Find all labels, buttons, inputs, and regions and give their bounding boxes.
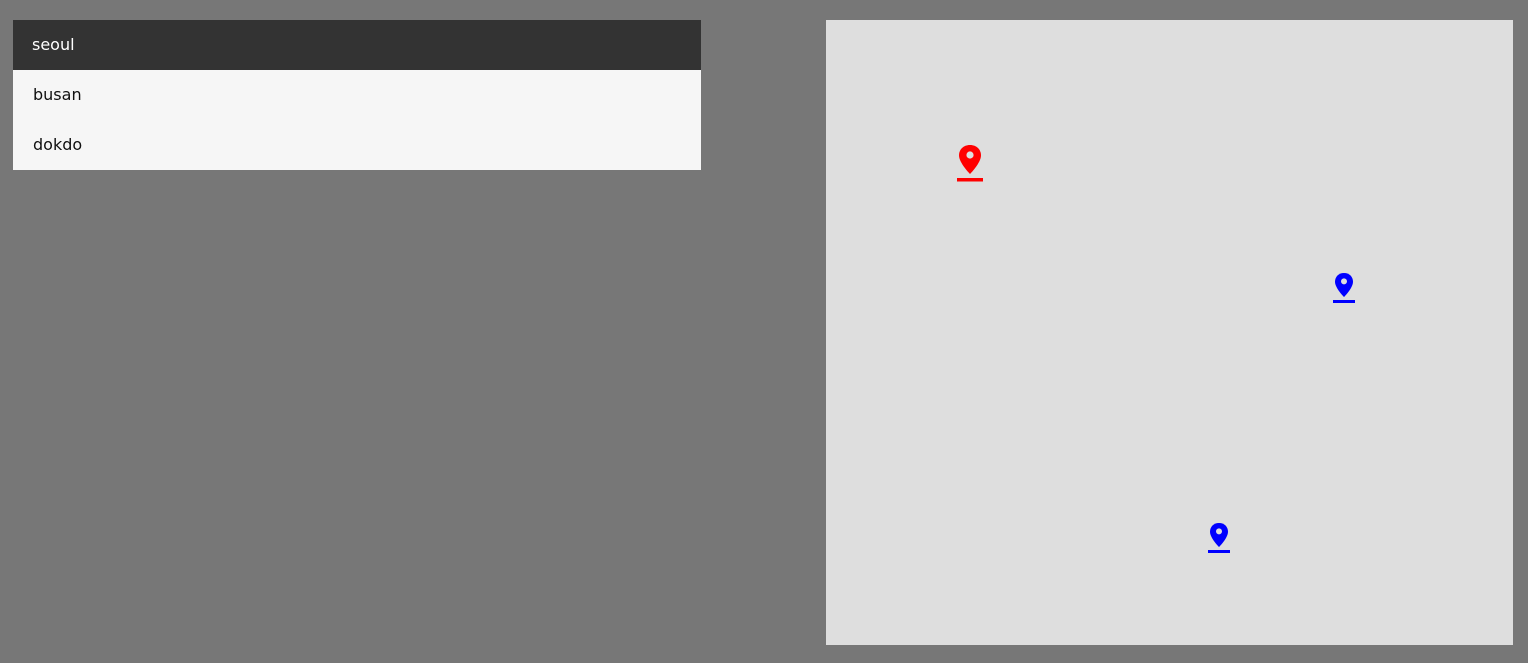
city-list: seoul busan dokdo bbox=[13, 20, 701, 170]
map-marker-seoul[interactable] bbox=[957, 144, 983, 182]
city-item-dokdo[interactable]: dokdo bbox=[13, 120, 701, 170]
app-page: seoul busan dokdo bbox=[0, 0, 1528, 663]
city-item-seoul[interactable]: seoul bbox=[13, 20, 701, 70]
city-item-busan[interactable]: busan bbox=[13, 70, 701, 120]
map-pin-icon bbox=[1208, 523, 1230, 553]
map-marker-busan[interactable] bbox=[1333, 272, 1355, 304]
map-pin-icon bbox=[1333, 273, 1355, 303]
map-marker-dokdo[interactable] bbox=[1208, 522, 1230, 554]
map-panel[interactable] bbox=[826, 20, 1513, 645]
map-pin-icon bbox=[957, 145, 983, 182]
